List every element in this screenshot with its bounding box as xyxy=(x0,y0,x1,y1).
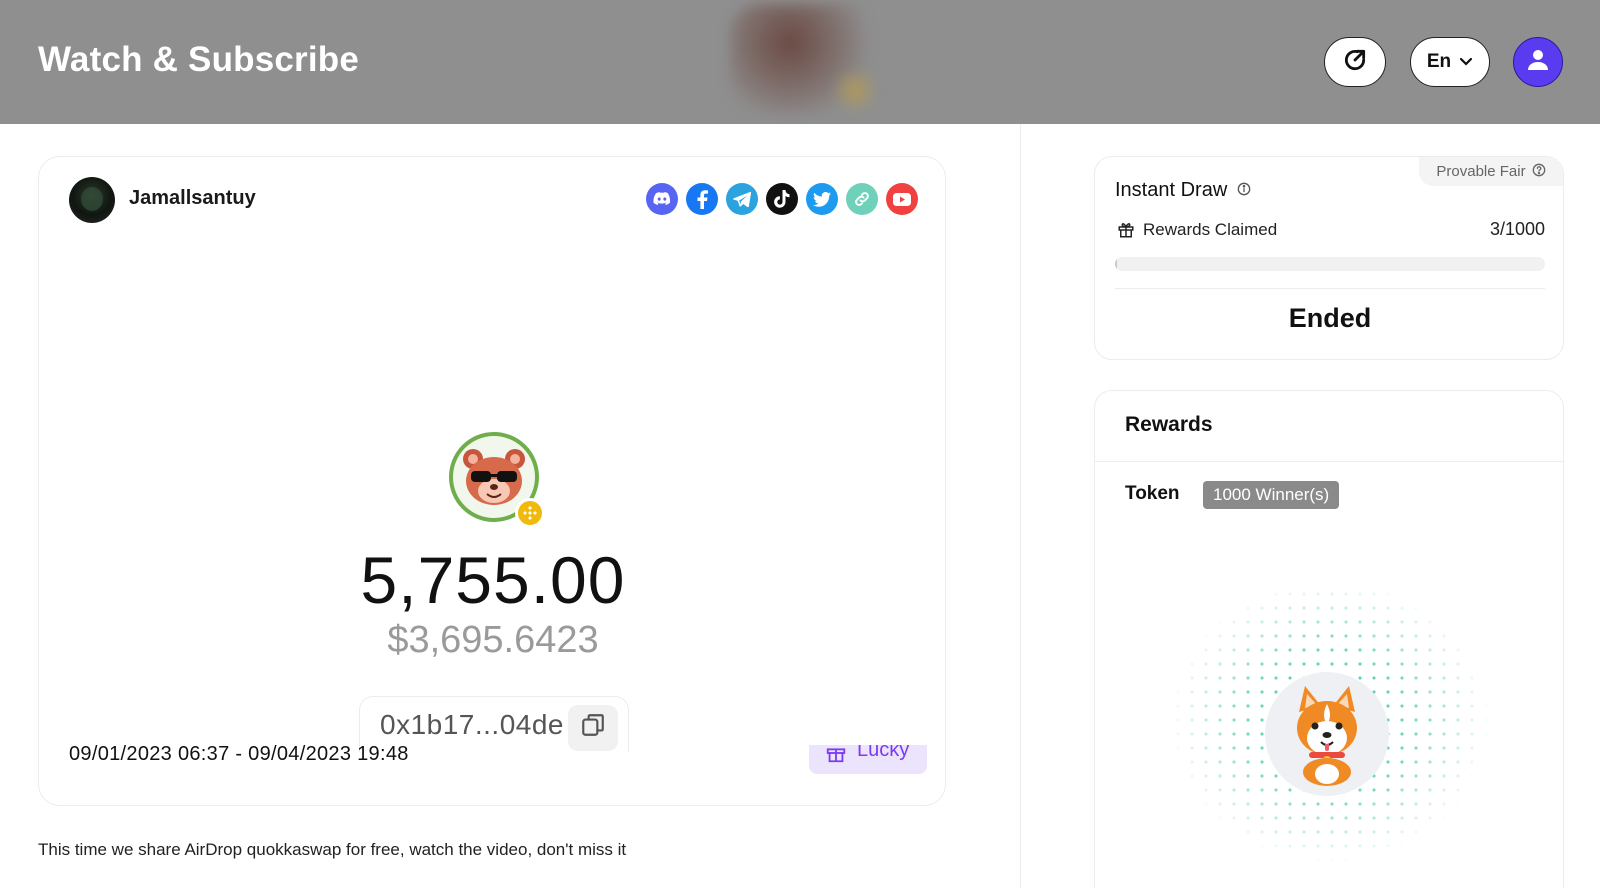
lucky-label: Lucky xyxy=(857,745,910,761)
header-banner-blur-accent xyxy=(830,70,880,110)
airdrop-description: This time we share AirDrop quokkaswap fo… xyxy=(38,840,627,859)
user-account-button[interactable] xyxy=(1513,37,1563,87)
provable-fair-label: Provable Fair xyxy=(1436,163,1526,180)
airdrop-usd-value: $3,695.6423 xyxy=(387,619,599,661)
instant-draw-card: Provable Fair Instant Draw Rewards Claim… xyxy=(1094,156,1564,360)
draw-divider xyxy=(1115,288,1545,289)
facebook-icon[interactable] xyxy=(686,183,718,215)
social-links xyxy=(646,183,918,215)
rewards-title: Rewards xyxy=(1125,413,1213,436)
provable-fair-button[interactable]: Provable Fair xyxy=(1419,157,1563,186)
language-selector[interactable]: En xyxy=(1410,37,1490,87)
shiba-icon xyxy=(1297,686,1357,786)
rewards-claimed-row: Rewards Claimed 3/1000 xyxy=(1117,219,1545,240)
rewards-claimed-label: Rewards Claimed xyxy=(1143,219,1278,239)
rewards-progress-bar xyxy=(1115,257,1545,271)
gift-icon xyxy=(825,745,847,767)
top-header: Watch & Subscribe En xyxy=(0,0,1600,124)
twitter-icon[interactable] xyxy=(806,183,838,215)
rewards-divider xyxy=(1095,461,1563,462)
rewards-claimed-count: 3/1000 xyxy=(1489,219,1545,239)
column-divider xyxy=(1020,124,1021,888)
link-icon[interactable] xyxy=(846,183,878,215)
share-button[interactable] xyxy=(1324,37,1386,87)
chevron-down-icon xyxy=(1459,51,1473,73)
discord-icon[interactable] xyxy=(646,183,678,215)
quokka-icon xyxy=(463,449,525,505)
telegram-icon[interactable] xyxy=(726,183,758,215)
brand-title: Watch & Subscribe xyxy=(38,40,360,79)
language-label: En xyxy=(1426,51,1452,72)
creator-avatar[interactable] xyxy=(69,177,115,223)
winners-count-badge: 1000 Winner(s) xyxy=(1203,481,1340,509)
copy-address-button[interactable] xyxy=(568,705,618,751)
airdrop-date-range: 09/01/2023 06:37 - 09/04/2023 19:48 xyxy=(69,743,409,765)
draw-status: Ended xyxy=(1288,303,1372,333)
info-icon[interactable] xyxy=(1237,179,1251,202)
lucky-badge: Lucky xyxy=(809,745,927,774)
creator-username[interactable]: Jamallsantuy xyxy=(129,187,256,210)
help-circle-icon xyxy=(1532,163,1546,181)
instant-draw-title: Instant Draw xyxy=(1115,179,1251,202)
user-icon xyxy=(1528,49,1548,76)
airdrop-amount: 5,755.00 xyxy=(360,543,626,617)
tiktok-icon[interactable] xyxy=(766,183,798,215)
bnb-chain-icon xyxy=(515,498,545,528)
youtube-icon[interactable] xyxy=(886,183,918,215)
contract-address-text: 0x1b17...04de xyxy=(380,708,564,740)
reward-type-label: Token xyxy=(1125,483,1180,504)
instant-draw-title-text: Instant Draw xyxy=(1115,179,1228,201)
copy-icon xyxy=(580,712,606,745)
rewards-card: Rewards Token 1000 Winner(s) xyxy=(1094,390,1564,888)
share-icon xyxy=(1342,47,1368,78)
airdrop-card: Jamallsantuy 5,755.00 $3,695.6423 0x1b17… xyxy=(38,156,946,806)
gift-icon xyxy=(1117,221,1135,239)
rewards-progress-fill xyxy=(1115,257,1118,271)
reward-token-logo xyxy=(1265,672,1389,796)
